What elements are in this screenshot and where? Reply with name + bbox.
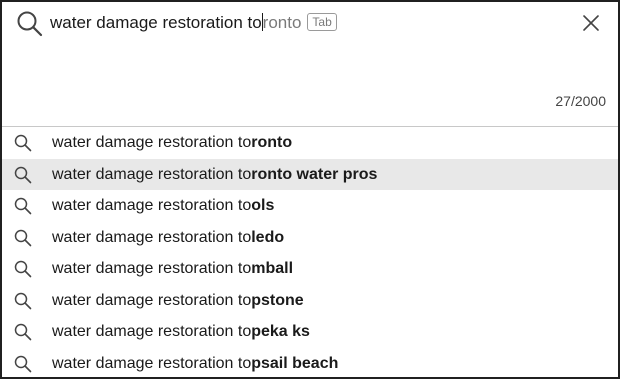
suggestion-prefix: water damage restoration to [52, 354, 252, 372]
search-icon [17, 11, 43, 37]
suggestion-item[interactable]: water damage restoration topstone [2, 285, 618, 317]
search-icon [14, 292, 32, 309]
suggestion-prefix: water damage restoration to [52, 165, 252, 183]
suggestion-text: water damage restoration toronto [52, 127, 292, 159]
search-icon [14, 260, 32, 278]
suggestion-text: water damage restoration toronto water p… [52, 159, 377, 191]
suggestion-item[interactable]: water damage restoration topsail beach [2, 348, 618, 379]
suggestion-text: water damage restoration topeka ks [52, 316, 310, 348]
close-icon[interactable] [580, 12, 602, 34]
suggestion-item[interactable]: water damage restoration topeka ks [2, 316, 618, 348]
search-icon [14, 166, 32, 183]
search-typed-text: water damage restoration to [50, 13, 262, 32]
suggestion-item[interactable]: water damage restoration toronto water p… [2, 158, 618, 191]
search-icon [14, 134, 32, 152]
search-icon [14, 323, 32, 341]
search-box[interactable]: water damage restoration toronto Tab 27/2… [2, 2, 618, 124]
suggestion-prefix: water damage restoration to [52, 228, 252, 246]
search-input[interactable]: water damage restoration toronto Tab [50, 12, 337, 34]
suggestion-prefix: water damage restoration to [52, 260, 252, 277]
suggestion-item[interactable]: water damage restoration tomball [2, 253, 618, 285]
search-icon [14, 355, 32, 372]
search-panel: water damage restoration toronto Tab 27/2… [0, 0, 620, 379]
suggestion-completion: peka ks [251, 323, 310, 340]
suggestion-prefix: water damage restoration to [52, 197, 252, 214]
suggestion-completion: mball [251, 260, 294, 277]
search-icon [14, 229, 32, 246]
search-completion-text: ronto [262, 13, 302, 32]
suggestion-completion: ledo [251, 228, 285, 246]
suggestion-item[interactable]: water damage restoration toronto [2, 127, 618, 159]
suggestion-completion: ronto [251, 134, 293, 151]
suggestion-prefix: water damage restoration to [52, 323, 252, 340]
suggestion-text: water damage restoration topstone [52, 285, 304, 317]
suggestion-text: water damage restoration tools [52, 190, 274, 222]
suggestion-completion: pstone [251, 291, 304, 309]
suggestion-text: water damage restoration tomball [52, 253, 293, 285]
suggestion-completion: ols [251, 197, 275, 214]
suggestion-completion: psail beach [251, 354, 339, 372]
suggestion-item[interactable]: water damage restoration tools [2, 190, 618, 222]
tab-hint-badge: Tab [307, 13, 337, 31]
suggestion-text: water damage restoration toledo [52, 222, 284, 254]
character-count: 27/2000 [555, 93, 606, 109]
suggestion-prefix: water damage restoration to [52, 134, 252, 151]
search-icon [14, 197, 32, 215]
suggestion-list: water damage restoration toronto water da… [2, 126, 618, 379]
suggestion-completion: ronto water pros [251, 165, 378, 183]
suggestion-text: water damage restoration topsail beach [52, 348, 338, 379]
suggestion-prefix: water damage restoration to [52, 291, 252, 309]
suggestion-item[interactable]: water damage restoration toledo [2, 222, 618, 254]
